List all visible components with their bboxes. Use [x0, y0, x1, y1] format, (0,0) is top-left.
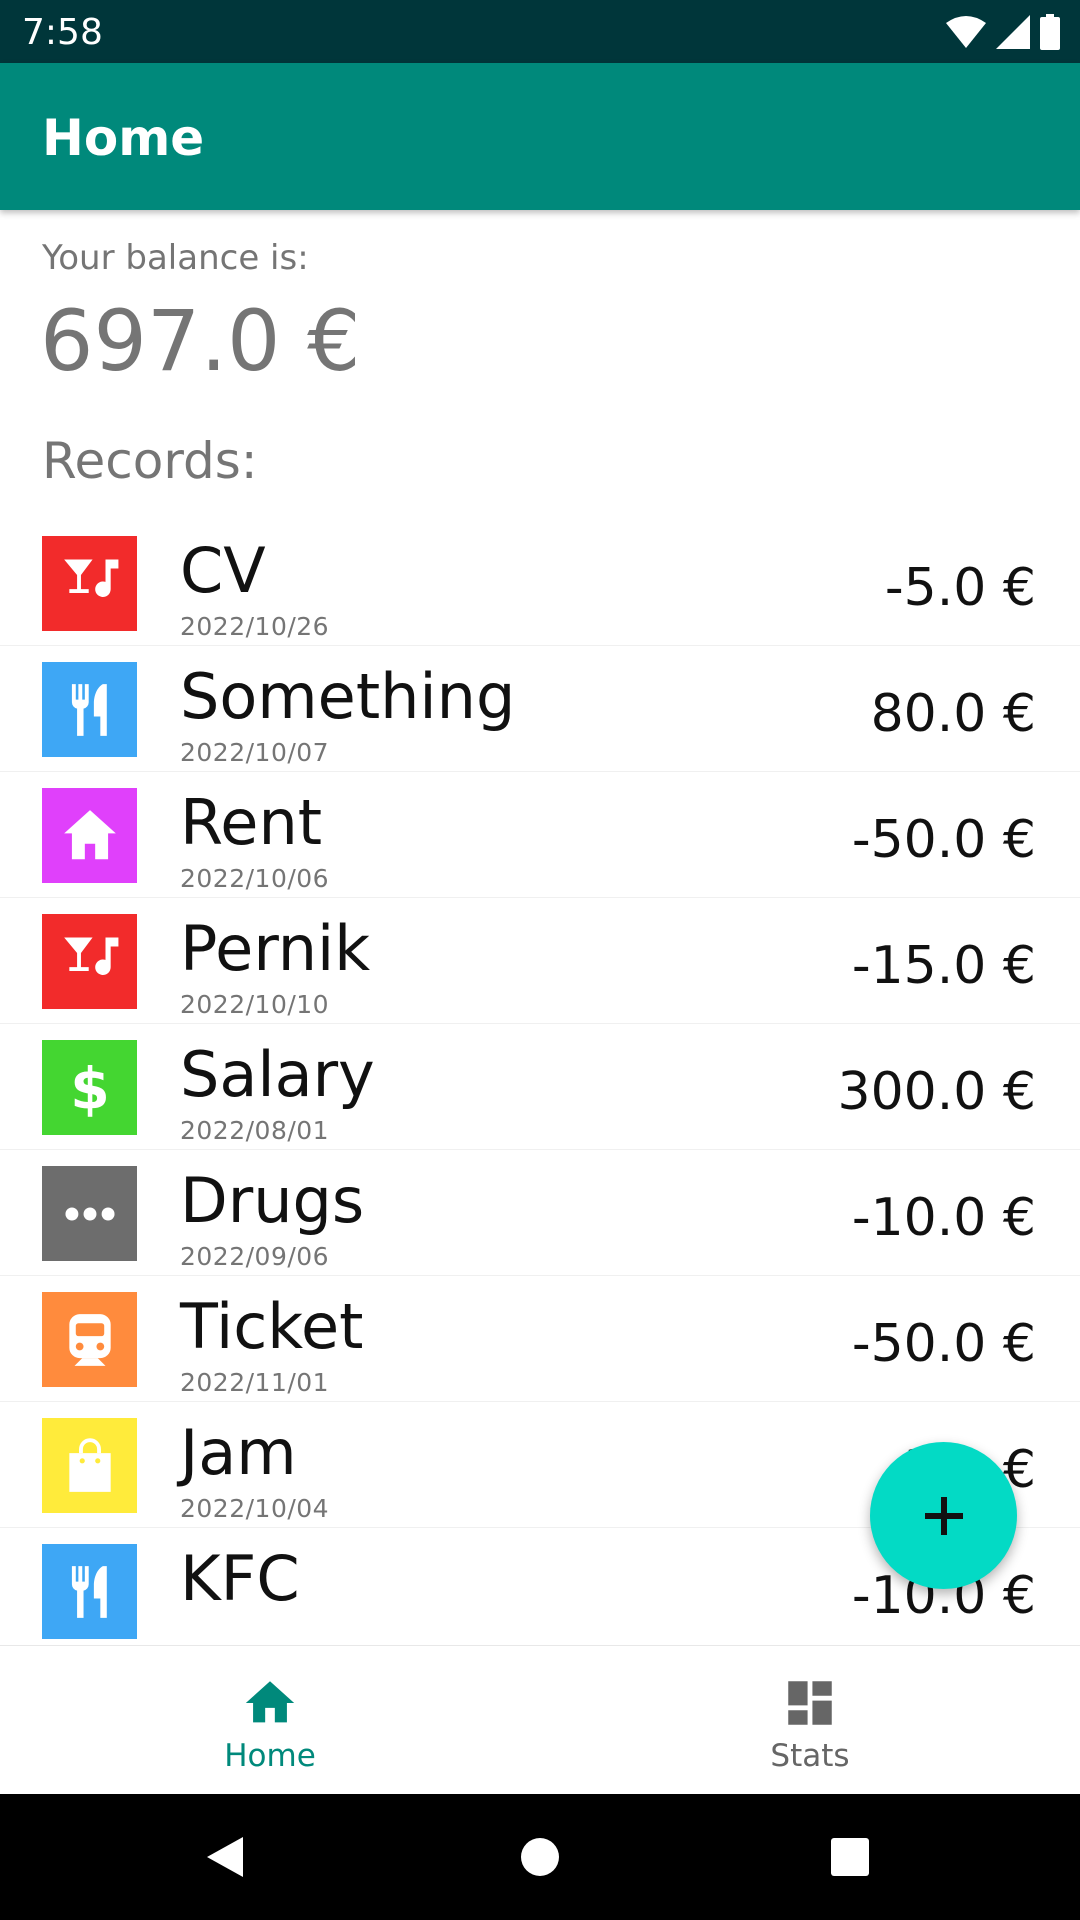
recents-square-icon	[831, 1838, 869, 1876]
back-button[interactable]	[195, 1827, 255, 1887]
nightlife-icon	[63, 558, 118, 597]
record-row[interactable]: $ Salary 2022/08/01 300.0 €	[0, 1024, 1080, 1150]
cellular-signal-icon	[996, 15, 1030, 49]
home-system-button[interactable]	[510, 1827, 570, 1887]
record-row[interactable]: Drugs 2022/09/06 -10.0 €	[0, 1150, 1080, 1276]
record-amount: -15.0 €	[851, 936, 1036, 996]
nav-item-home[interactable]: Home	[0, 1646, 540, 1795]
record-date: 2022/09/06	[180, 1242, 330, 1271]
record-row[interactable]: CV 2022/10/26 -5.0 €	[0, 520, 1080, 646]
record-category-badge	[42, 1166, 137, 1261]
record-date: 2022/10/26	[180, 612, 330, 641]
plus-icon	[924, 1496, 963, 1535]
home-icon	[245, 1681, 295, 1723]
restaurant-icon	[71, 1565, 107, 1618]
records-label: Records:	[42, 432, 258, 490]
record-category-badge	[42, 914, 137, 1009]
house-icon	[63, 809, 116, 859]
status-icons	[946, 14, 1060, 50]
nav-label-stats: Stats	[770, 1738, 850, 1774]
record-category-badge	[42, 662, 137, 757]
app-bar: Home	[0, 63, 1080, 210]
record-date: 2022/11/01	[180, 1368, 330, 1397]
nav-label-home: Home	[224, 1738, 316, 1774]
svg-text:$: $	[70, 1057, 110, 1119]
record-date: 2022/10/07	[180, 738, 330, 767]
record-name: Rent	[180, 786, 323, 859]
record-category-badge	[42, 536, 137, 631]
dollar-icon: $	[70, 1057, 110, 1119]
record-amount: -5.0 €	[884, 558, 1036, 618]
record-name: Drugs	[180, 1164, 365, 1237]
record-category-badge	[42, 1544, 137, 1639]
system-navigation-bar	[0, 1794, 1080, 1920]
add-record-button[interactable]	[870, 1442, 1017, 1589]
bottom-navigation: Home Stats	[0, 1645, 1080, 1794]
record-category-badge	[42, 1292, 137, 1387]
record-name: Ticket	[180, 1290, 364, 1363]
record-row[interactable]: Ticket 2022/11/01 -50.0 €	[0, 1276, 1080, 1402]
balance-value: 697.0 €	[40, 292, 361, 390]
nav-item-stats[interactable]: Stats	[540, 1646, 1080, 1795]
more-horiz-icon	[64, 1207, 115, 1220]
dashboard-icon	[788, 1681, 832, 1725]
record-amount: -50.0 €	[851, 810, 1036, 870]
shopping-bag-icon	[68, 1437, 111, 1492]
restaurant-icon	[71, 683, 107, 736]
record-date: 2022/08/01	[180, 1116, 330, 1145]
record-amount: -50.0 €	[851, 1314, 1036, 1374]
record-name: Salary	[180, 1038, 375, 1111]
recents-button[interactable]	[820, 1827, 880, 1887]
record-row[interactable]: Rent 2022/10/06 -50.0 €	[0, 772, 1080, 898]
record-category-badge	[42, 788, 137, 883]
record-category-badge: $	[42, 1040, 137, 1135]
record-category-badge	[42, 1418, 137, 1513]
train-icon	[68, 1313, 111, 1366]
wifi-icon	[946, 16, 986, 48]
back-triangle-icon	[207, 1837, 243, 1877]
status-time: 7:58	[22, 12, 103, 53]
nightlife-icon	[63, 936, 118, 975]
record-name: Jam	[180, 1416, 297, 1489]
record-name: CV	[180, 534, 266, 607]
record-row[interactable]: Something 2022/10/07 80.0 €	[0, 646, 1080, 772]
record-row[interactable]: Pernik 2022/10/10 -15.0 €	[0, 898, 1080, 1024]
record-name: Something	[180, 660, 516, 733]
battery-icon	[1040, 14, 1060, 50]
home-circle-icon	[521, 1838, 559, 1876]
record-name: KFC	[180, 1542, 300, 1615]
page-title: Home	[42, 109, 205, 167]
balance-label: Your balance is:	[42, 238, 309, 278]
record-amount: 300.0 €	[837, 1062, 1036, 1122]
record-date: 2022/10/06	[180, 864, 330, 893]
status-bar: 7:58	[0, 0, 1080, 63]
record-date: 2022/10/04	[180, 1494, 330, 1523]
record-date: 2022/10/10	[180, 990, 330, 1019]
record-name: Pernik	[180, 912, 371, 985]
record-amount: -10.0 €	[851, 1188, 1036, 1248]
record-amount: 80.0 €	[870, 684, 1036, 744]
